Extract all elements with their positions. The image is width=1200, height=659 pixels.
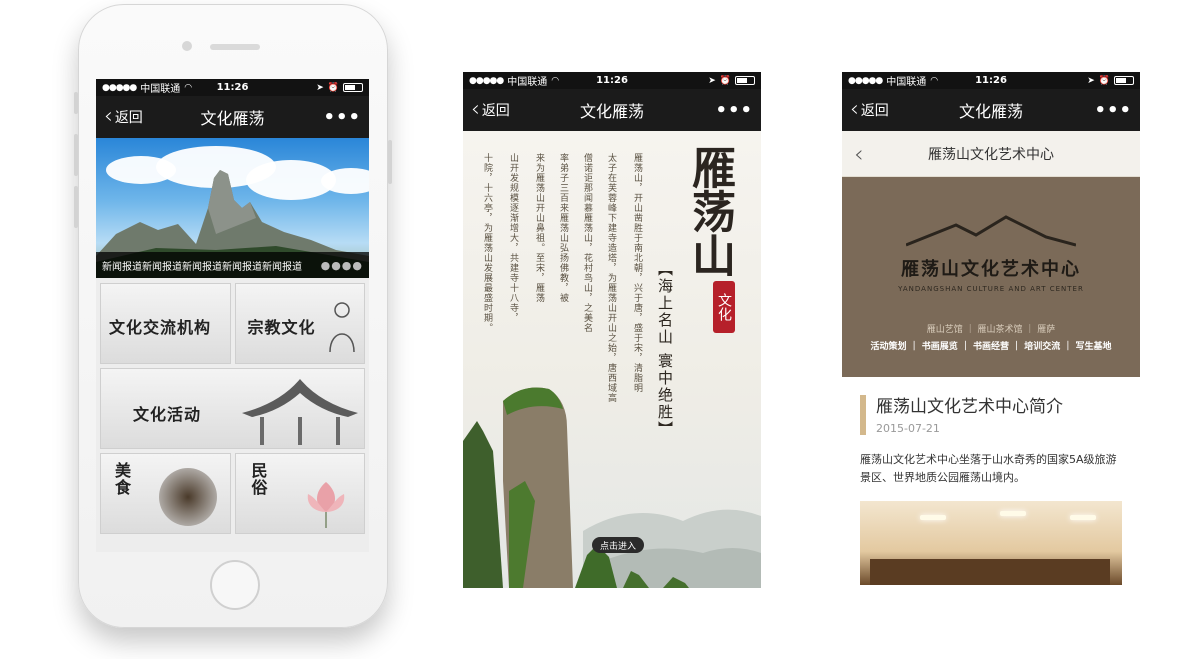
poster-text-column: 山开发规模逐渐增大，共建寺十八寺， <box>508 153 518 323</box>
status-bar: ●●●●● 中国联通 ◠ 11:26 ➤ ⏰ <box>96 79 369 96</box>
back-button[interactable]: ‹ 返回 <box>471 99 510 121</box>
back-label: 返回 <box>114 110 143 126</box>
tile-label: 宗教文化 <box>247 318 316 337</box>
back-label: 返回 <box>481 103 510 119</box>
chevron-left-icon: ‹ <box>104 104 113 129</box>
hero-caption: 新闻报道新闻报道新闻报道新闻报道新闻报道 ●●●● <box>96 252 369 278</box>
article-heading: 雁荡山文化艺术中心简介 2015-07-21 <box>860 395 1122 435</box>
ceiling-light <box>1000 511 1026 516</box>
food-photo <box>159 468 217 526</box>
tile-culture-activity[interactable]: 文化活动 <box>100 368 365 449</box>
article: 雁荡山文化艺术中心简介 2015-07-21 雁荡山文化艺术中心坐落于山水奇秀的… <box>842 377 1140 585</box>
battery-icon <box>735 76 755 85</box>
nav-bar: ‹ 返回 文化雁荡 ••• <box>96 96 369 138</box>
poster-text-column: 率弟子三百来雁荡山弘扬佛教，被 <box>558 153 568 303</box>
banner-logo-en: YANDANGSHAN CULTURE AND ART CENTER <box>898 285 1084 293</box>
sub-header-title: 雁荡山文化艺术中心 <box>928 146 1054 163</box>
article-title: 雁荡山文化艺术中心简介 <box>876 397 1063 417</box>
poster-text-column: 僧诺讵那闻慕雁荡山，花村鸟山，之美名 <box>582 153 592 333</box>
article-date: 2015-07-21 <box>876 422 940 435</box>
lotus-icon <box>307 482 344 528</box>
status-bar: ●●●●● 中国联通 ◠ 11:26 ➤ ⏰ <box>842 72 1140 89</box>
banner-logo-cn: 雁荡山文化艺术中心 <box>901 259 1081 280</box>
status-bar: ●●●●● 中国联通 ◠ 11:26 ➤ ⏰ <box>463 72 761 89</box>
article-body: 雁荡山文化艺术中心坐落于山水奇秀的国家5A级旅游景区、世界地质公园雁荡山境内。 <box>860 453 1117 484</box>
back-label: 返回 <box>860 103 889 119</box>
screen-poster: ●●●●● 中国联通 ◠ 11:26 ➤ ⏰ ‹ 返回 文化雁荡 ••• 雁荡山… <box>463 72 761 588</box>
chevron-left-icon: ‹ <box>471 97 480 122</box>
tile-culture-exchange[interactable]: 文化交流机构 <box>100 283 231 364</box>
clock: 11:26 <box>216 82 249 93</box>
volume-down-button <box>74 186 78 228</box>
center-banner: 雁荡山文化艺术中心 YANDANGSHAN CULTURE AND ART CE… <box>842 177 1140 377</box>
poster-text-column: 十院，十六亭，为雁荡山发展最盛时期。 <box>482 153 492 333</box>
nav-bar: ‹ 返回 文化雁荡 ••• <box>463 89 761 131</box>
hero-caption-text: 新闻报道新闻报道新闻报道新闻报道新闻报道 <box>102 261 302 273</box>
back-button[interactable]: ‹ 返回 <box>104 106 143 128</box>
enter-button[interactable]: 点击进入 <box>592 537 645 553</box>
tile-religion[interactable]: 宗教文化 <box>234 283 365 364</box>
nav-bar: ‹ 返回 文化雁荡 ••• <box>842 89 1140 131</box>
more-menu-button[interactable]: ••• <box>715 100 753 121</box>
pavilion-icon <box>242 379 358 445</box>
tile-label: 民俗 <box>248 462 268 496</box>
more-menu-button[interactable]: ••• <box>323 107 361 128</box>
battery-icon <box>343 83 363 92</box>
ceiling-light <box>920 515 946 520</box>
red-seal: 文化 <box>713 281 735 333</box>
chevron-left-icon: ‹ <box>850 97 859 122</box>
clock: 11:26 <box>975 75 1007 86</box>
poster-text-column: 来为雁荡山开山鼻祖。至宋，雁荡 <box>534 153 544 303</box>
more-menu-button[interactable]: ••• <box>1094 100 1132 121</box>
battery-icon <box>1114 76 1134 85</box>
back-button[interactable]: ‹ 返回 <box>850 99 889 121</box>
sub-header: ‹ 雁荡山文化艺术中心 <box>842 131 1140 177</box>
banner-venues: 雁山艺馆 ｜ 雁山茶术馆 ｜ 雁萨 <box>926 325 1056 335</box>
camera-icon <box>182 41 192 51</box>
article-photo <box>860 501 1122 585</box>
volume-up-button <box>74 134 78 176</box>
power-button <box>388 140 392 184</box>
mountain-logo-icon <box>906 215 1076 247</box>
banner-services: 活动策划 ｜ 书画展览 ｜ 书画经营 ｜ 培训交流 ｜ 写生基地 <box>870 342 1112 352</box>
tile-label: 文化活动 <box>133 405 202 424</box>
clock: 11:26 <box>596 75 628 86</box>
home-button[interactable] <box>210 560 260 610</box>
mockup-stage: ●●●●● 中国联通 ◠ 11:26 ➤ ⏰ ‹ 返回 文化雁荡 ••• 新闻报… <box>0 0 1200 659</box>
tile-folk-custom[interactable]: 民俗 <box>234 453 365 534</box>
screen-home: ●●●●● 中国联通 ◠ 11:26 ➤ ⏰ ‹ 返回 文化雁荡 ••• 新闻报… <box>96 79 369 552</box>
tile-label: 文化交流机构 <box>109 318 212 337</box>
poster-calligraphy-title: 雁荡山 <box>684 145 735 277</box>
hero-banner[interactable]: 新闻报道新闻报道新闻报道新闻报道新闻报道 ●●●● <box>96 138 369 278</box>
mute-switch <box>74 92 78 114</box>
ceiling-light <box>1070 515 1096 520</box>
furniture <box>870 559 1110 585</box>
culture-poster: 雁荡山，开山凿胜于南北朝，兴于唐，盛于宋，清脂明 太子在芙蓉峰下建寺造塔，为雁荡… <box>463 131 761 588</box>
screen-article: ●●●●● 中国联通 ◠ 11:26 ➤ ⏰ ‹ 返回 文化雁荡 ••• ‹ 雁… <box>842 72 1140 588</box>
buddha-icon <box>329 302 355 353</box>
tile-food[interactable]: 美食 <box>100 453 231 534</box>
category-grid: 文化交流机构 宗教文化 文化活动 美食 民俗 <box>96 278 369 539</box>
carousel-pager[interactable]: ●●●● <box>321 259 363 272</box>
speaker-grille <box>210 44 260 50</box>
tile-label: 美食 <box>112 462 131 496</box>
